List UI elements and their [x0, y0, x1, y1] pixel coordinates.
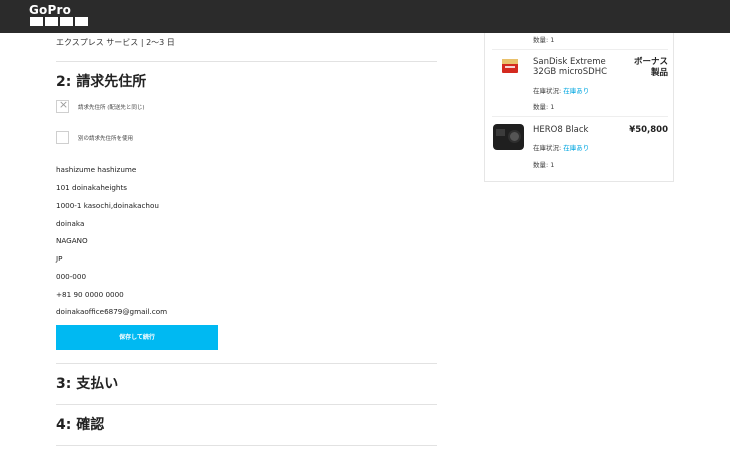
- item-price-line2: 製品: [650, 68, 668, 78]
- confirm-section-title[interactable]: 4: 確認: [56, 414, 104, 434]
- stock-in-stock: 在庫あり: [563, 144, 590, 152]
- address-name: hashizume hashizume: [56, 165, 137, 174]
- save-and-continue-button[interactable]: 保存して続行: [56, 325, 218, 350]
- top-navigation-bar: GoPro: [0, 0, 730, 33]
- address-phone: +81 90 0000 0000: [56, 290, 124, 299]
- same-as-shipping-checkbox[interactable]: ×: [56, 98, 69, 113]
- address-prefecture: NAGANO: [56, 236, 88, 245]
- item-quantity: 数量: 1: [533, 103, 555, 111]
- item-price: ¥50,800: [629, 125, 668, 135]
- stock-status: 在庫状況: 在庫あり: [533, 142, 589, 152]
- address-line-1: 101 doinakaheights: [56, 183, 128, 192]
- item-name: HERO8 Black: [533, 125, 589, 135]
- hero8-camera-thumbnail: [493, 124, 524, 150]
- stock-status: 在庫状況: 在庫あり: [533, 85, 589, 95]
- logo-text: GoPro: [29, 3, 72, 17]
- stock-in-stock: 在庫あり: [563, 87, 590, 95]
- top-item-quantity: 数量: 1: [533, 36, 555, 44]
- cart-divider: [492, 116, 668, 117]
- divider: [56, 363, 437, 364]
- same-as-shipping-label: 請求先住所 (配送先と同じ): [78, 105, 145, 111]
- divider: [56, 445, 437, 446]
- use-other-billing-checkbox[interactable]: [56, 131, 69, 144]
- address-postal-code: 000-000: [56, 272, 87, 281]
- address-country: JP: [56, 254, 63, 263]
- cart-divider: [492, 49, 668, 50]
- sd-card-thumbnail: [502, 59, 518, 73]
- gopro-logo[interactable]: GoPro: [29, 3, 88, 26]
- billing-section-title: 2: 請求先住所: [56, 74, 147, 90]
- item-price-line1: ボーナス: [633, 57, 668, 67]
- stock-label: 在庫状況:: [533, 87, 564, 95]
- item-quantity: 数量: 1: [533, 161, 555, 169]
- address-city: doinaka: [56, 219, 85, 228]
- stock-label: 在庫状況:: [533, 144, 564, 152]
- payment-section-title[interactable]: 3: 支払い: [56, 373, 118, 393]
- shipping-method-note: エクスプレス サービス | 2〜3 日: [56, 38, 175, 47]
- divider: [56, 404, 437, 405]
- logo-mark-icon: [30, 17, 88, 26]
- address-line-2: 1000-1 kasochi,doinakachou: [56, 201, 159, 210]
- item-name-line2: 32GB microSDHC: [533, 67, 608, 77]
- cart-summary-panel: [484, 33, 674, 182]
- address-email: doinakaoffice6879@gmail.com: [56, 307, 168, 316]
- checkmark-x-icon: ×: [58, 98, 69, 111]
- use-other-billing-label: 別の請求先住所を使用: [78, 136, 134, 142]
- divider: [56, 61, 437, 62]
